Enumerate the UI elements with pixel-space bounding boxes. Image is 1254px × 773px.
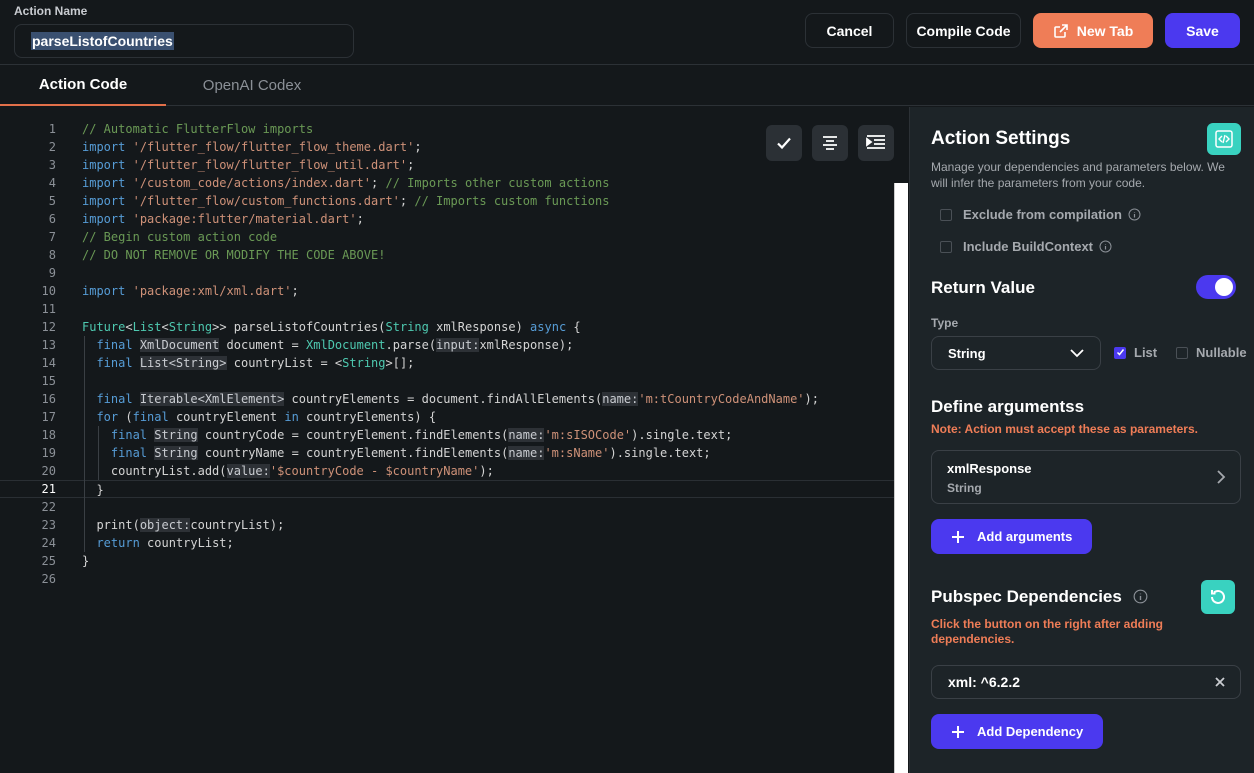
include-buildcontext-checkbox[interactable] xyxy=(940,240,952,253)
code-line[interactable]: import '/custom_code/actions/index.dart'… xyxy=(0,174,895,192)
code-line[interactable]: final List<String> countryList = <String… xyxy=(0,354,895,372)
arguments-note: Note: Action must accept these as parame… xyxy=(931,422,1198,436)
line-number: 15 xyxy=(41,374,56,388)
panel-title: Action Settings xyxy=(931,128,1071,149)
argument-type: String xyxy=(947,481,982,495)
pubspec-note: Click the button on the right after addi… xyxy=(931,617,1163,646)
indent-icon[interactable] xyxy=(858,125,894,161)
code-line[interactable]: } xyxy=(0,552,895,570)
action-name-input[interactable]: parseListofCountries xyxy=(14,24,354,58)
pubspec-title: Pubspec Dependencies xyxy=(931,587,1148,607)
code-icon xyxy=(1215,130,1233,148)
add-dependency-label: Add Dependency xyxy=(977,724,1084,739)
new-tab-button[interactable]: New Tab xyxy=(1033,13,1153,48)
code-line[interactable]: import 'package:xml/xml.dart'; xyxy=(0,282,895,300)
compile-code-button[interactable]: Compile Code xyxy=(906,13,1021,48)
return-value-toggle[interactable] xyxy=(1196,275,1236,299)
argument-name: xmlResponse xyxy=(947,461,1032,476)
argument-card[interactable]: xmlResponse String xyxy=(931,450,1241,504)
action-name-value[interactable]: parseListofCountries xyxy=(31,32,174,50)
new-tab-label: New Tab xyxy=(1076,22,1134,39)
exclude-compilation-label: Exclude from compilation xyxy=(963,207,1122,222)
refresh-dependencies-button[interactable] xyxy=(1201,580,1235,614)
add-arguments-button[interactable]: Add arguments xyxy=(931,519,1093,554)
indent-guide xyxy=(84,336,85,552)
tab-openai-codex[interactable]: OpenAI Codex xyxy=(166,65,338,106)
code-line[interactable]: return countryList; xyxy=(0,534,895,552)
action-name-label: Action Name xyxy=(14,4,88,18)
line-number: 22 xyxy=(41,500,56,514)
close-icon[interactable] xyxy=(1212,674,1228,690)
code-line[interactable]: // DO NOT REMOVE OR MODIFY THE CODE ABOV… xyxy=(0,246,895,264)
include-buildcontext-label: Include BuildContext xyxy=(963,239,1093,254)
save-button[interactable]: Save xyxy=(1165,13,1240,48)
code-line[interactable]: import 'package:flutter/material.dart'; xyxy=(0,210,895,228)
code-line[interactable]: // Begin custom action code xyxy=(0,228,895,246)
type-select[interactable]: String xyxy=(931,336,1101,370)
toggle-knob xyxy=(1215,278,1233,296)
format-align-icon[interactable] xyxy=(812,125,848,161)
list-label: List xyxy=(1134,345,1158,360)
nullable-checkbox[interactable] xyxy=(1176,346,1188,359)
code-line[interactable]: final String countryName = countryElemen… xyxy=(0,444,895,462)
include-buildcontext-row[interactable]: Include BuildContext xyxy=(940,239,1112,254)
line-number: 26 xyxy=(41,572,56,586)
code-line[interactable]: final String countryCode = countryElemen… xyxy=(0,426,895,444)
code-line[interactable]: for (final countryElement in countryElem… xyxy=(0,408,895,426)
code-line[interactable]: print(object:countryList); xyxy=(0,516,895,534)
code-line[interactable]: // Automatic FlutterFlow imports xyxy=(0,120,895,138)
exclude-compilation-checkbox[interactable] xyxy=(940,208,952,221)
code-line[interactable]: import '/flutter_flow/custom_functions.d… xyxy=(0,192,895,210)
open-external-icon xyxy=(1053,23,1068,38)
type-label: Type xyxy=(931,316,959,330)
line-number: 11 xyxy=(41,302,56,316)
code-line[interactable]: final XmlDocument document = XmlDocument… xyxy=(0,336,895,354)
header: Action Name parseListofCountries Cancel … xyxy=(0,0,1254,64)
panel-description: Manage your dependencies and parameters … xyxy=(931,160,1225,190)
list-checkbox[interactable] xyxy=(1114,346,1126,359)
plus-icon xyxy=(952,530,964,543)
code-line[interactable]: final Iterable<XmlElement> countryElemen… xyxy=(0,390,895,408)
tab-action-code[interactable]: Action Code xyxy=(0,65,166,106)
editor-scrollbar[interactable] xyxy=(894,183,908,773)
cancel-button[interactable]: Cancel xyxy=(805,13,894,48)
plus-icon xyxy=(952,725,964,738)
add-dependency-button[interactable]: Add Dependency xyxy=(931,714,1104,749)
dependency-value: xml: ^6.2.2 xyxy=(948,674,1020,690)
code-line[interactable]: countryList.add(value:'$countryCode - $c… xyxy=(0,462,895,480)
info-icon xyxy=(1099,240,1112,253)
code-editor[interactable]: 1 2 3 4 5 6 7 8 9 10 11 12 13 14 15 16 17 18 19 20 21 22 23 24 2… xyxy=(0,107,908,773)
chevron-right-icon xyxy=(1217,470,1226,484)
code-line[interactable]: Future<List<String>> parseListofCountrie… xyxy=(0,318,895,336)
return-value-title: Return Value xyxy=(931,278,1035,297)
info-icon xyxy=(1128,208,1141,221)
exclude-compilation-row[interactable]: Exclude from compilation xyxy=(940,207,1141,222)
list-checkbox-row[interactable]: List xyxy=(1114,345,1157,360)
code-line[interactable]: import '/flutter_flow/flutter_flow_util.… xyxy=(0,156,895,174)
info-icon xyxy=(1133,589,1148,604)
type-select-value: String xyxy=(948,345,986,361)
action-settings-panel: Action Settings Manage your dependencies… xyxy=(909,107,1254,773)
code-line[interactable]: import '/flutter_flow/flutter_flow_theme… xyxy=(0,138,895,156)
nullable-label: Nullable xyxy=(1196,345,1247,360)
tab-bar: Action Code OpenAI Codex xyxy=(0,64,1254,106)
refresh-icon xyxy=(1211,589,1225,604)
chevron-down-icon xyxy=(1070,349,1084,358)
check-icon[interactable] xyxy=(766,125,802,161)
dependency-field[interactable]: xml: ^6.2.2 xyxy=(931,665,1241,699)
nullable-checkbox-row[interactable]: Nullable xyxy=(1176,345,1247,360)
add-arguments-label: Add arguments xyxy=(977,529,1073,544)
define-arguments-title: Define argumentss xyxy=(931,397,1085,416)
indent-guide xyxy=(98,426,99,480)
code-view-button[interactable] xyxy=(1207,123,1241,155)
line-number: 9 xyxy=(48,266,56,280)
code-line-current[interactable]: } xyxy=(0,480,895,498)
